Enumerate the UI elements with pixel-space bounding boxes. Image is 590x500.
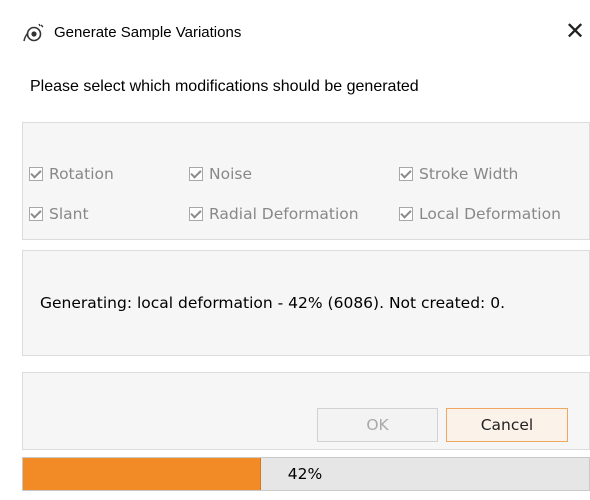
checkbox-radial-deformation[interactable] (189, 207, 203, 221)
option-label: Radial Deformation (209, 205, 359, 223)
option-rotation[interactable]: Rotation (29, 163, 114, 185)
instruction-text: Please select which modifications should… (30, 78, 419, 95)
progress-bar: 42% (22, 457, 590, 491)
checkbox-rotation[interactable] (29, 167, 43, 181)
option-radial-deformation[interactable]: Radial Deformation (189, 203, 359, 225)
checkbox-local-deformation[interactable] (399, 207, 413, 221)
option-slant[interactable]: Slant (29, 203, 89, 225)
option-noise[interactable]: Noise (189, 163, 252, 185)
status-panel: Generating: local deformation - 42% (608… (22, 250, 590, 356)
status-message: Generating: local deformation - 42% (608… (40, 294, 505, 312)
option-local-deformation[interactable]: Local Deformation (399, 203, 561, 225)
option-label: Slant (49, 205, 89, 223)
button-panel: OK Cancel (22, 372, 590, 450)
cancel-button[interactable]: Cancel (446, 408, 568, 442)
option-label: Noise (209, 165, 252, 183)
progress-label: 42% (287, 465, 323, 483)
options-panel: Rotation Noise Stroke Width Slant Radial… (22, 122, 590, 240)
option-label: Stroke Width (419, 165, 519, 183)
option-label: Local Deformation (419, 205, 561, 223)
app-settings-icon (23, 23, 44, 42)
option-stroke-width[interactable]: Stroke Width (399, 163, 518, 185)
window-title: Generate Sample Variations (54, 24, 242, 41)
close-button[interactable]: ✕ (562, 18, 588, 46)
checkbox-noise[interactable] (189, 167, 203, 181)
title-bar: Generate Sample Variations ✕ (0, 0, 590, 64)
checkbox-stroke-width[interactable] (399, 167, 413, 181)
progress-fill (23, 458, 261, 490)
checkbox-slant[interactable] (29, 207, 43, 221)
ok-button[interactable]: OK (317, 408, 438, 442)
option-label: Rotation (49, 165, 114, 183)
